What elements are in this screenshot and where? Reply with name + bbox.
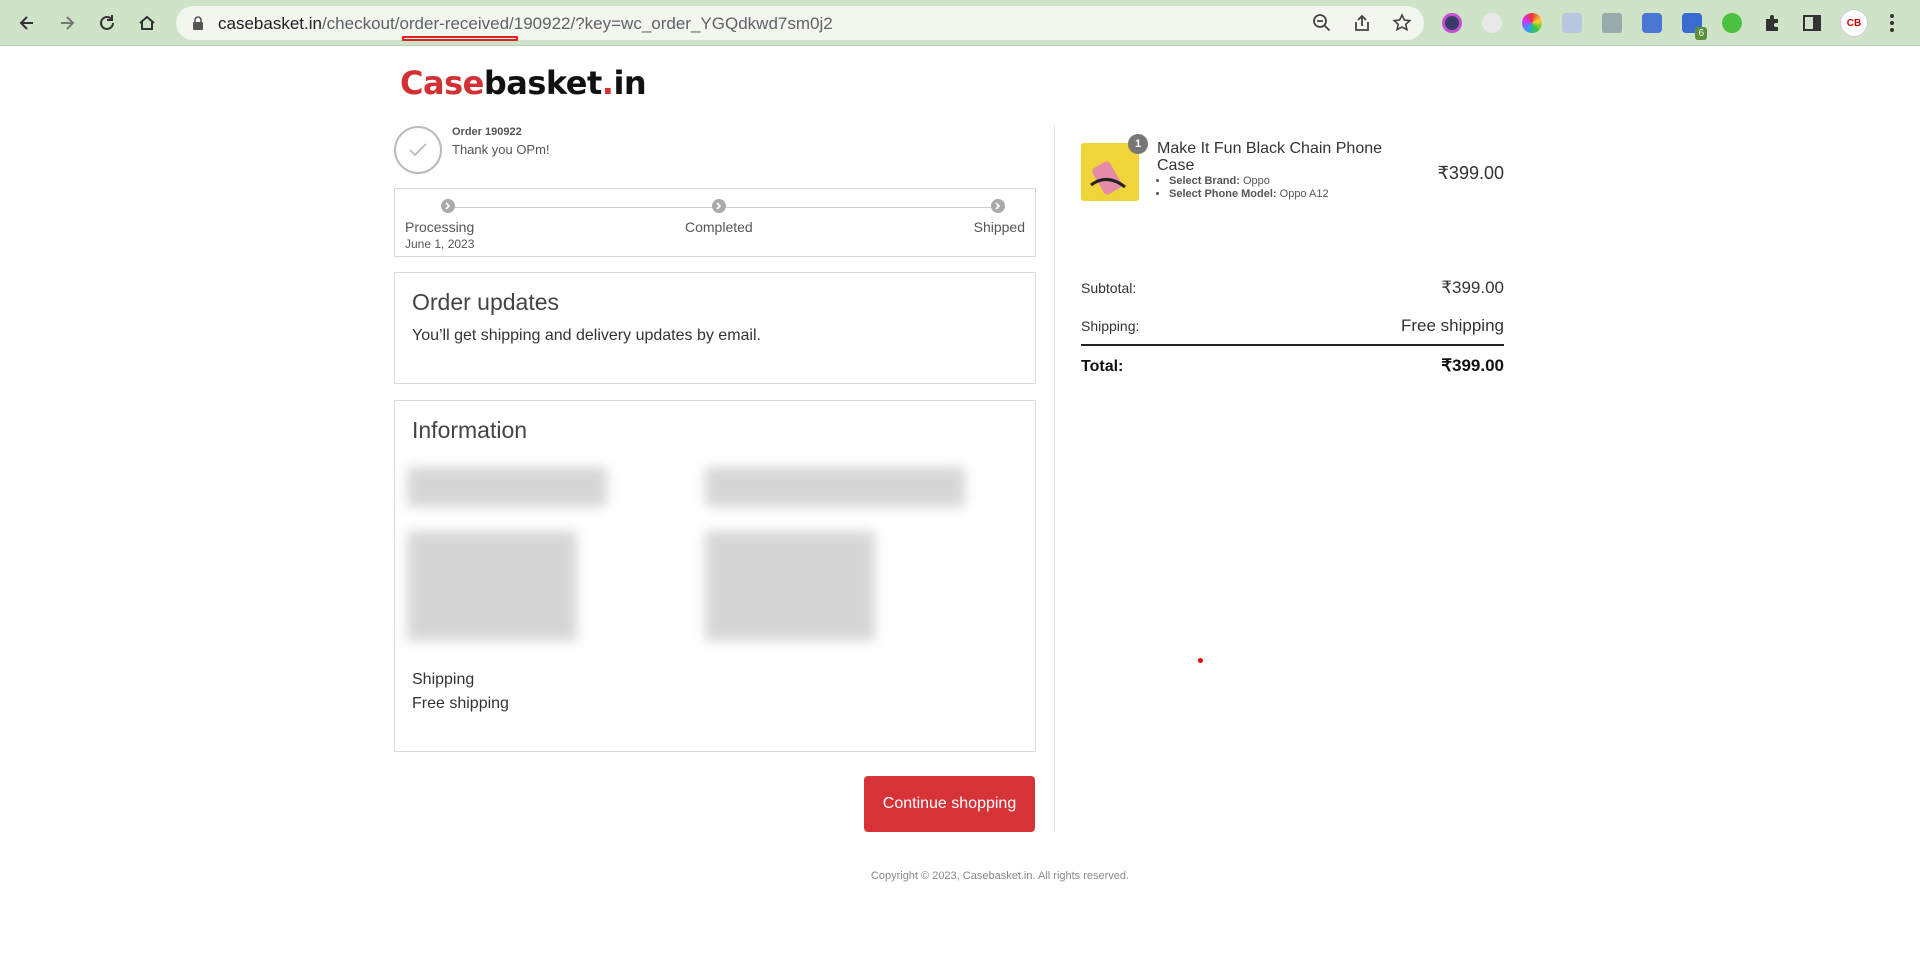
subtotal-row: Subtotal: ₹399.00 xyxy=(1081,278,1504,298)
total-label: Total: xyxy=(1081,358,1124,375)
order-updates-panel: Order updates You’ll get shipping and de… xyxy=(394,272,1036,384)
extension-colorwheel-icon[interactable] xyxy=(1519,10,1545,36)
address-bar[interactable]: casebasket.in/checkout/order-received/19… xyxy=(176,6,1424,40)
option-brand-label: Select Brand: xyxy=(1169,175,1240,187)
option-brand-value: Oppo xyxy=(1242,175,1270,187)
step-shipped: Shipped xyxy=(974,199,1025,235)
forward-arrow-icon xyxy=(61,16,75,30)
site-logo[interactable]: Casebasket.in xyxy=(400,64,647,102)
total-value: ₹399.00 xyxy=(1441,356,1504,375)
order-check-icon xyxy=(394,126,442,174)
share-icon[interactable] xyxy=(1352,13,1372,33)
home-button[interactable] xyxy=(132,8,162,38)
blurred-contact-info-2 xyxy=(705,467,965,507)
extension-badge: 6 xyxy=(1695,27,1707,40)
total-divider xyxy=(1081,344,1504,346)
zoom-icon[interactable] xyxy=(1312,13,1332,33)
step-processing: Processing June 1, 2023 xyxy=(405,199,474,251)
extensions-puzzle-icon[interactable] xyxy=(1759,10,1785,36)
column-divider xyxy=(1054,124,1055,832)
copyright-text: Copyright © 2023, Casebasket.in. All rig… xyxy=(870,870,1130,882)
product-price: ₹399.00 xyxy=(1437,163,1504,183)
logo-in: in xyxy=(613,64,647,102)
thank-you-text: Thank you OPm! xyxy=(452,142,550,157)
subtotal-label: Subtotal: xyxy=(1081,280,1137,296)
profile-avatar[interactable]: CB xyxy=(1840,9,1868,37)
step-arrow-icon xyxy=(711,199,726,213)
subtotal-value: ₹399.00 xyxy=(1441,278,1504,297)
browser-menu-icon[interactable] xyxy=(1884,11,1900,35)
information-panel: Information Shipping Free shipping xyxy=(394,400,1036,752)
order-updates-title: Order updates xyxy=(412,289,560,315)
url-text: casebasket.in/checkout/order-received/19… xyxy=(218,14,833,34)
extension-devtools-icon[interactable]: 6 xyxy=(1679,10,1707,40)
extension-recycle-icon[interactable] xyxy=(1599,10,1625,36)
url-host: casebasket.in xyxy=(218,14,322,33)
product-options: Select Brand: Oppo Select Phone Model: O… xyxy=(1157,175,1329,201)
total-row: Total: ₹399.00 xyxy=(1081,356,1504,376)
shipping-row: Shipping: Free shipping xyxy=(1081,316,1504,336)
step-date: June 1, 2023 xyxy=(405,237,475,251)
item-quantity-badge: 1 xyxy=(1128,134,1148,154)
logo-dot: . xyxy=(601,64,614,102)
panel-icon xyxy=(1803,15,1821,31)
step-label: Completed xyxy=(685,219,753,235)
lock-icon xyxy=(193,16,203,30)
forward-button[interactable] xyxy=(52,8,82,38)
url-path: /checkout/order-received/190922/?key=wc_… xyxy=(321,14,833,33)
home-icon xyxy=(139,15,155,30)
reload-button[interactable] xyxy=(92,8,122,38)
order-number: Order 190922 xyxy=(452,126,522,138)
extension-color-icon[interactable] xyxy=(1439,10,1465,36)
option-model-label: Select Phone Model: xyxy=(1169,188,1277,200)
step-arrow-icon xyxy=(441,199,455,213)
logo-basket: basket xyxy=(483,64,602,102)
order-status-tracker: Processing June 1, 2023 Completed Shippe… xyxy=(394,188,1036,257)
url-highlight-mark xyxy=(402,36,518,41)
bookmark-star-icon[interactable] xyxy=(1392,13,1412,33)
option-model: Select Phone Model: Oppo A12 xyxy=(1169,188,1329,201)
shipping-method-label: Shipping xyxy=(412,671,475,688)
product-thumbnail xyxy=(1081,143,1139,201)
shipping-method-value: Free shipping xyxy=(412,695,509,712)
extension-shield-icon[interactable] xyxy=(1559,10,1585,36)
logo-case: Case xyxy=(400,64,484,102)
back-arrow-icon xyxy=(19,16,33,30)
blurred-billing-address xyxy=(407,531,577,641)
reload-icon xyxy=(100,15,114,30)
back-button[interactable] xyxy=(12,8,42,38)
shipping-label: Shipping: xyxy=(1081,318,1140,334)
step-label: Shipped xyxy=(973,219,1025,235)
extension-thumbs-icon[interactable] xyxy=(1719,10,1745,36)
information-title: Information xyxy=(412,417,528,443)
side-panel-icon[interactable] xyxy=(1799,10,1825,36)
blurred-contact-info xyxy=(407,467,607,507)
extension-code-icon[interactable] xyxy=(1639,10,1665,36)
step-label: Processing xyxy=(405,219,475,235)
step-arrow-icon xyxy=(991,199,1005,213)
step-completed: Completed xyxy=(685,199,753,235)
puzzle-icon xyxy=(1766,15,1778,31)
browser-toolbar: casebasket.in/checkout/order-received/19… xyxy=(0,0,1920,46)
option-brand: Select Brand: Oppo xyxy=(1169,175,1329,188)
extension-plus-icon[interactable] xyxy=(1479,10,1505,36)
order-updates-text: You’ll get shipping and delivery updates… xyxy=(412,327,761,344)
order-header: Order 190922 Thank you OPm! xyxy=(394,126,1036,176)
blurred-shipping-address xyxy=(705,531,875,641)
shipping-value: Free shipping xyxy=(1400,316,1504,335)
cursor-marker xyxy=(1198,658,1203,663)
footer-copyright: Copyright © 2023, Casebasket.in. All rig… xyxy=(0,870,1920,882)
option-model-value: Oppo A12 xyxy=(1279,188,1329,200)
continue-shopping-button[interactable]: Continue shopping xyxy=(864,776,1035,832)
product-name: Make It Fun Black Chain Phone Case xyxy=(1157,140,1383,174)
